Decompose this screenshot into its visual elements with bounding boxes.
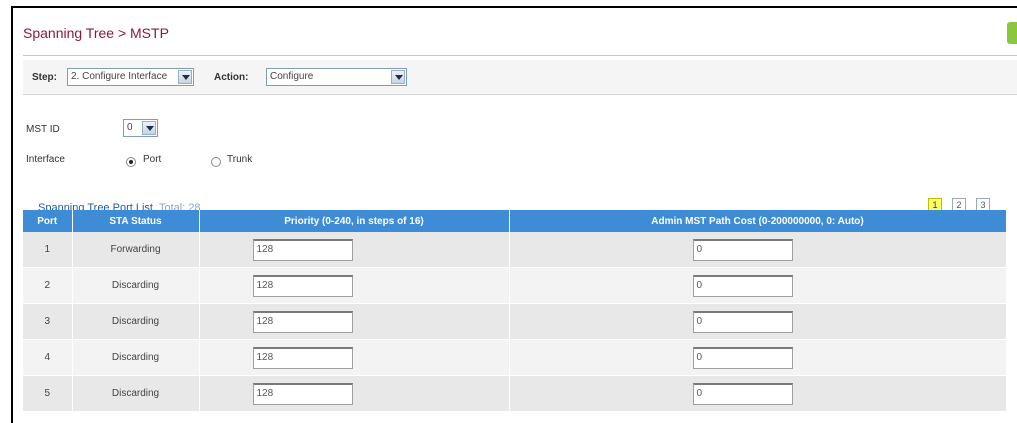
priority-input[interactable]: 128 <box>252 346 353 369</box>
action-select-value: Configure <box>270 71 314 82</box>
port-cell: 4 <box>23 339 73 376</box>
priority-input[interactable]: 128 <box>252 238 353 261</box>
priority-input[interactable]: 128 <box>252 274 353 297</box>
table-row: 5 Discarding 128 0 <box>23 375 1007 412</box>
chevron-down-icon <box>142 121 156 135</box>
toolbar: Step: 2. Configure Interface Action: Con… <box>23 60 1017 95</box>
path-cost-cell: 0 <box>509 303 1007 340</box>
breadcrumb: Spanning Tree > MSTP <box>23 25 169 41</box>
path-cost-cell: 0 <box>509 232 1007 268</box>
trunk-radio-label: Trunk <box>227 154 253 165</box>
priority-input[interactable]: 128 <box>252 310 353 333</box>
path-cost-input[interactable]: 0 <box>692 382 793 405</box>
path-cost-input[interactable]: 0 <box>692 310 793 333</box>
sta-status-cell: Discarding <box>72 339 200 376</box>
sta-status-cell: Forwarding <box>72 232 200 268</box>
mst-id-value: 0 <box>127 122 133 133</box>
column-header-sta-status[interactable]: STA Status <box>72 210 200 232</box>
priority-cell: 128 <box>199 375 510 412</box>
side-tab[interactable] <box>1007 22 1017 44</box>
path-cost-cell: 0 <box>509 339 1007 376</box>
table-header-row: Port STA Status Priority (0-240, in step… <box>23 210 1007 232</box>
path-cost-cell: 0 <box>509 375 1007 412</box>
port-cell: 5 <box>23 375 73 412</box>
mst-id-select[interactable]: 0 <box>123 119 158 137</box>
trunk-radio[interactable] <box>211 157 221 167</box>
path-cost-cell: 0 <box>509 267 1007 304</box>
priority-cell: 128 <box>199 232 510 268</box>
port-table: Port STA Status Priority (0-240, in step… <box>23 210 1007 412</box>
step-select[interactable]: 2. Configure Interface <box>67 68 194 86</box>
breadcrumb-divider <box>23 55 1017 56</box>
step-label: Step: <box>32 72 57 83</box>
chevron-down-icon <box>391 70 405 84</box>
column-header-path-cost[interactable]: Admin MST Path Cost (0-200000000, 0: Aut… <box>509 210 1007 232</box>
port-cell: 2 <box>23 267 73 304</box>
sta-status-cell: Discarding <box>72 375 200 412</box>
mst-id-label: MST ID <box>26 124 60 135</box>
table-row: 2 Discarding 128 0 <box>23 267 1007 304</box>
port-cell: 1 <box>23 232 73 268</box>
column-header-port[interactable]: Port <box>23 210 73 232</box>
sta-status-cell: Discarding <box>72 267 200 304</box>
priority-input[interactable]: 128 <box>252 382 353 405</box>
priority-cell: 128 <box>199 339 510 376</box>
port-radio[interactable] <box>126 157 136 167</box>
action-select[interactable]: Configure <box>266 68 407 86</box>
priority-cell: 128 <box>199 303 510 340</box>
step-select-value: 2. Configure Interface <box>71 71 168 82</box>
sta-status-cell: Discarding <box>72 303 200 340</box>
path-cost-input[interactable]: 0 <box>692 274 793 297</box>
port-cell: 3 <box>23 303 73 340</box>
path-cost-input[interactable]: 0 <box>692 346 793 369</box>
table-row: 1 Forwarding 128 0 <box>23 232 1007 268</box>
table-row: 3 Discarding 128 0 <box>23 303 1007 340</box>
path-cost-input[interactable]: 0 <box>692 238 793 261</box>
port-radio-label: Port <box>143 154 162 165</box>
action-label: Action: <box>214 72 249 83</box>
interface-label: Interface <box>26 154 65 165</box>
table-row: 4 Discarding 128 0 <box>23 339 1007 376</box>
chevron-down-icon <box>178 70 192 84</box>
column-header-priority[interactable]: Priority (0-240, in steps of 16) <box>199 210 510 232</box>
priority-cell: 128 <box>199 267 510 304</box>
